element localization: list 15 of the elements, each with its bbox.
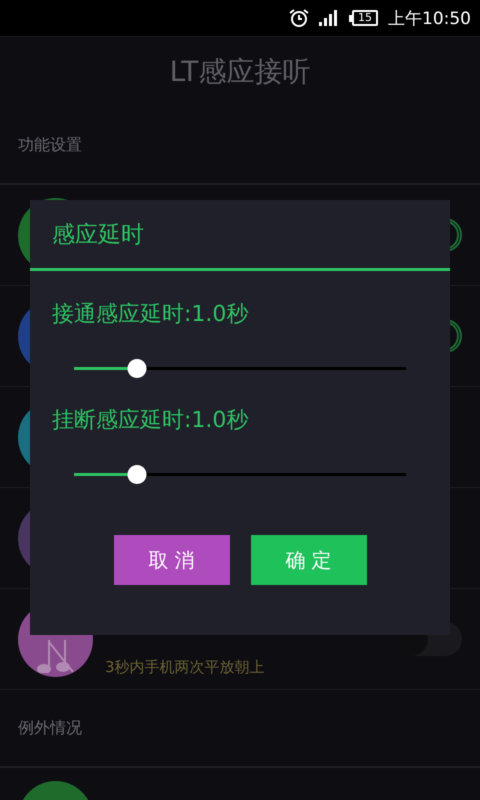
slider-label: 接通感应延时:1.0秒 [51,301,250,329]
slider-label: 挂断感应延时:1.0秒 [51,407,250,435]
music-note-icon [36,638,74,672]
status-time: 上午10:50 [388,8,471,30]
signal-icon [319,10,339,26]
battery-icon: 15 [349,10,378,26]
section-header: 例外情况 [0,690,480,768]
confirm-button[interactable]: 确 定 [250,535,366,585]
cancel-button[interactable]: 取 消 [114,535,230,585]
app-title: LT感应接听 [170,54,310,90]
section-header: 功能设置 [0,107,480,185]
row-subtitle: 3秒内手机两次平放朝上 [105,658,266,677]
alarm-icon [289,9,309,27]
slider-thumb[interactable] [128,465,147,484]
slider-thumb[interactable] [128,359,147,378]
